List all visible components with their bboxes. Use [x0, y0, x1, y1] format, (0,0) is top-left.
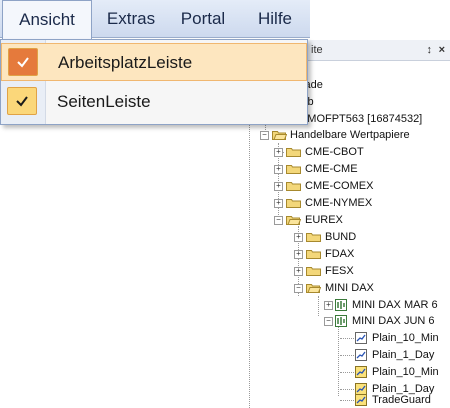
checkmark-icon: [7, 87, 37, 115]
collapse-icon[interactable]: −: [324, 317, 333, 326]
instrument-icon: [335, 315, 347, 327]
folder-icon: [306, 267, 321, 276]
pin-icon[interactable]: ↕: [427, 40, 433, 60]
menu-item-arbeitsplatzleiste[interactable]: ArbeitsplatzLeiste: [1, 43, 307, 81]
tree-item-fdax[interactable]: + FDAX: [290, 246, 450, 262]
expand-icon[interactable]: +: [294, 250, 303, 259]
menu-item-seitenleiste[interactable]: SeitenLeiste: [1, 83, 307, 121]
tree-item-label: FDAX: [325, 248, 355, 260]
instrument-icon: [335, 299, 347, 311]
expand-icon[interactable]: +: [274, 199, 283, 208]
tree-item-label: TradeGuard: [372, 394, 431, 406]
tree-item-label: MINI DAX MAR 6: [352, 299, 438, 311]
menu-hilfe[interactable]: Hilfe: [242, 0, 308, 38]
tree-item-eurex[interactable]: − EUREX: [270, 212, 450, 228]
checkmark-icon: [8, 48, 38, 76]
expand-icon[interactable]: +: [274, 165, 283, 174]
tree-item-cme-cme[interactable]: + CME-CME: [270, 161, 450, 177]
folder-icon: [286, 199, 301, 208]
tree-item-label: BUND: [325, 231, 357, 243]
chart-icon: [355, 394, 367, 406]
tree-item-cme-comex[interactable]: + CME-COMEX: [270, 178, 450, 194]
expand-icon[interactable]: +: [274, 182, 283, 191]
tree-item-label: Plain_1_Day: [372, 349, 435, 361]
expand-icon[interactable]: +: [294, 233, 303, 242]
expand-icon[interactable]: +: [294, 267, 303, 276]
tree-item-label: FESX: [325, 265, 354, 277]
expand-icon[interactable]: +: [324, 301, 333, 310]
tree-item-label: Handelbare Wertpapiere: [290, 129, 410, 141]
tree-item-mini-dax[interactable]: − MINI DAX: [290, 280, 450, 296]
menu-portal[interactable]: Portal: [168, 0, 238, 38]
tree-item-chart[interactable]: TradeGuard: [340, 392, 450, 408]
collapse-icon[interactable]: −: [260, 131, 269, 140]
tree-item-label: CME-CBOT: [305, 146, 364, 158]
tree-item-label: MINI DAX: [325, 282, 374, 294]
menu-ansicht[interactable]: Ansicht: [2, 0, 92, 40]
folder-icon: [286, 148, 301, 157]
tree-item-label: DEMOFPT563 [16874532]: [292, 113, 423, 125]
tree-item-chart[interactable]: Plain_1_Day: [340, 347, 450, 363]
tree-item-bund[interactable]: + BUND: [290, 229, 450, 245]
close-icon[interactable]: ×: [439, 40, 445, 60]
menu-extras[interactable]: Extras: [96, 0, 166, 38]
panel-title: ite: [311, 44, 323, 56]
folder-icon: [306, 250, 321, 259]
tree-item-cme-nymex[interactable]: + CME-NYMEX: [270, 195, 450, 211]
menu-bar: Ansicht Extras Portal Hilfe: [0, 0, 310, 40]
tree-item-cme-cbot[interactable]: + CME-CBOT: [270, 144, 450, 160]
chart-icon: [355, 332, 367, 344]
tree-item-handelbare[interactable]: − Handelbare Wertpapiere: [250, 127, 450, 143]
tree-item-label: Plain_10_Min: [372, 332, 439, 344]
tree-item-mini-dax-mar[interactable]: + MINI DAX MAR 6: [320, 297, 450, 313]
collapse-icon[interactable]: −: [294, 284, 303, 293]
menu-item-label: SeitenLeiste: [57, 92, 151, 111]
folder-icon: [286, 182, 301, 191]
folder-icon: [306, 233, 321, 242]
ansicht-dropdown-menu: ArbeitsplatzLeiste SeitenLeiste: [0, 39, 308, 125]
tree-item-chart[interactable]: Plain_10_Min: [340, 364, 450, 380]
folder-open-icon: [272, 131, 287, 140]
menu-item-label: ArbeitsplatzLeiste: [58, 53, 193, 72]
folder-icon: [286, 165, 301, 174]
tree-item-label: CME-NYMEX: [305, 197, 373, 209]
tree-item-label: Plain_10_Min: [372, 366, 439, 378]
tree-item-label: EUREX: [305, 214, 343, 226]
tree-guide-line: [338, 326, 339, 396]
tree-item-fesx[interactable]: + FESX: [290, 263, 450, 279]
chart-icon: [355, 366, 367, 378]
tree-item-label: CME-CME: [305, 163, 358, 175]
collapse-icon[interactable]: −: [274, 216, 283, 225]
folder-open-icon: [306, 284, 321, 293]
tree-item-label: CME-COMEX: [305, 180, 374, 192]
tree-item-chart[interactable]: Plain_10_Min: [340, 330, 450, 346]
tree-item-mini-dax-jun[interactable]: − MINI DAX JUN 6: [320, 313, 450, 329]
tree-guide-line: [318, 296, 319, 316]
tree-item-label: MINI DAX JUN 6: [352, 315, 435, 327]
folder-open-icon: [286, 216, 301, 225]
chart-icon: [355, 349, 367, 361]
expand-icon[interactable]: +: [274, 148, 283, 157]
